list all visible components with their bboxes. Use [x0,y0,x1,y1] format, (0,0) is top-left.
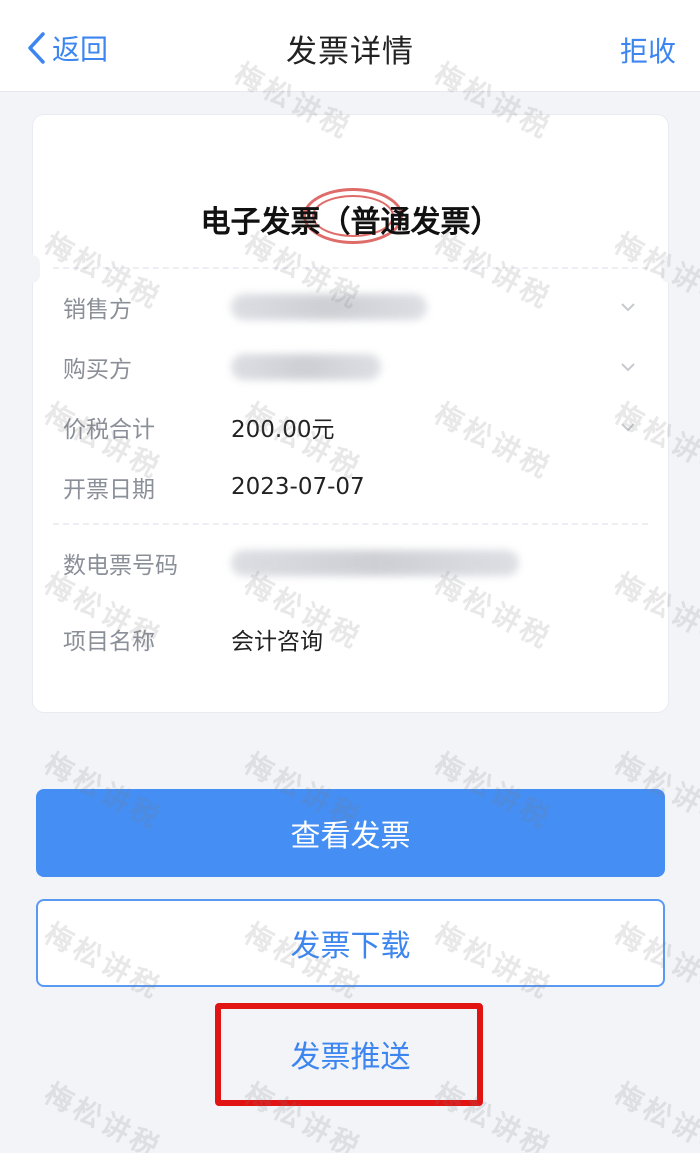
invoice-detail-page: 返回 发票详情 拒收 电子发票（普通发票） 销售方 购买方 价税合计 200.0… [0,0,700,1153]
invoice-type-title: 电子发票（普通发票） [200,205,501,240]
number-label: 数电票号码 [63,553,178,579]
nav-header: 返回 发票详情 拒收 [0,0,700,92]
chevron-down-icon[interactable] [620,299,636,315]
divider [53,523,648,525]
buyer-label: 购买方 [63,357,132,383]
reject-button[interactable]: 拒收 [620,30,676,70]
number-row: 数电票号码 [63,543,638,583]
buyer-value-redacted [231,354,381,380]
card-notch-left [24,255,40,283]
chevron-down-icon[interactable] [620,359,636,375]
page-title: 发票详情 [286,34,414,70]
buyer-row[interactable]: 购买方 [63,347,638,387]
